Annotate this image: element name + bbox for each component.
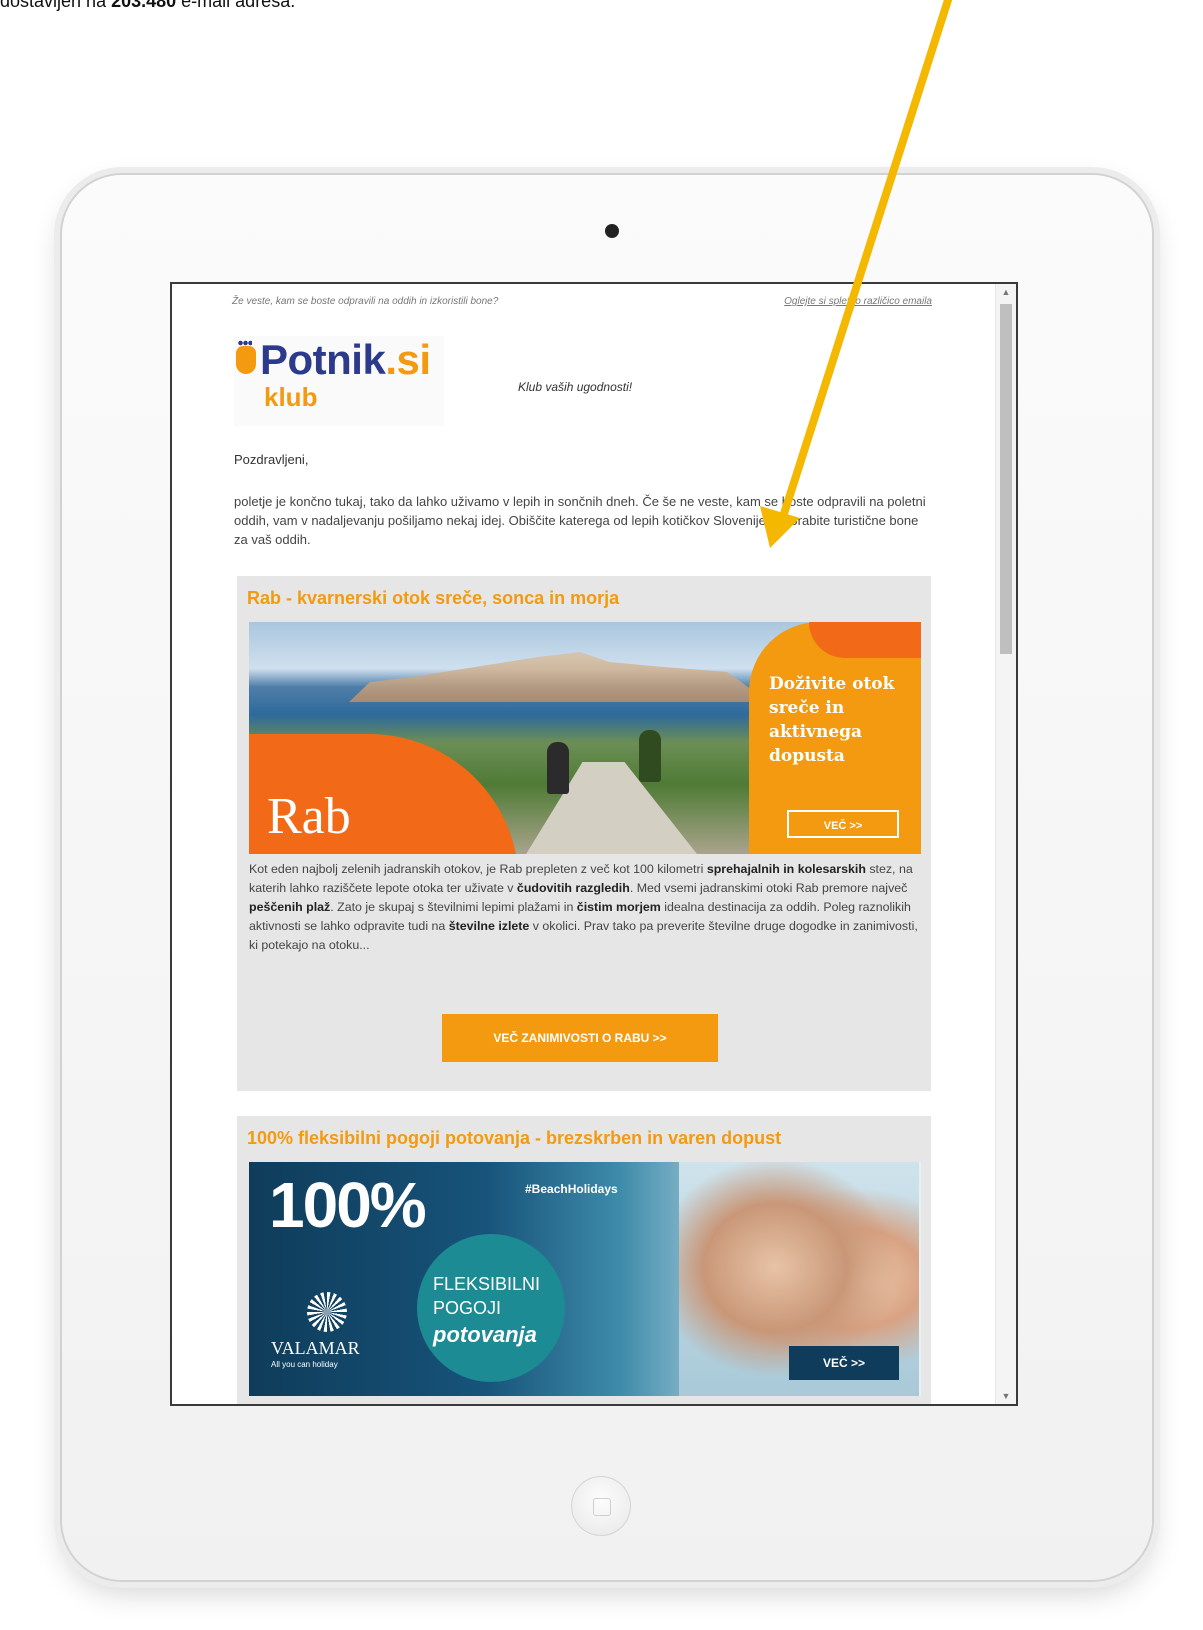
caption-suffix: e-mail adresa.: [176, 0, 296, 11]
banner-line: FLEKSIBILNI: [433, 1274, 541, 1294]
logo-tld: .si: [385, 336, 431, 383]
caption-count: 203.480: [111, 0, 177, 11]
section-title: Rab - kvarnerski otok sreče, sonca in mo…: [247, 588, 620, 608]
scroll-up-icon[interactable]: ▲: [996, 284, 1016, 300]
valamar-shell-icon: [307, 1292, 347, 1332]
scroll-thumb[interactable]: [1000, 304, 1012, 654]
preheader: Že veste, kam se boste odpravili na oddi…: [232, 296, 932, 307]
caption-prefix: dostavljen na: [0, 0, 112, 11]
banner-line: POGOJI: [433, 1298, 502, 1318]
banner-line: potovanja: [433, 1322, 537, 1347]
logo-klub: klub: [264, 382, 318, 412]
text-bold: čistim morjem: [576, 900, 661, 914]
foot-icon: [236, 340, 256, 374]
section-rab: Rab - kvarnerski otok sreče, sonca in mo…: [237, 576, 931, 1091]
text-bold: sprehajalnih in kolesarskih: [706, 862, 866, 876]
text-bold: čudovitih razgledih: [516, 881, 630, 895]
section-title: 100% fleksibilni pogoji potovanja - brez…: [247, 1128, 782, 1148]
scrollbar[interactable]: ▲ ▼: [995, 284, 1016, 1404]
cyclist-figure: [547, 742, 569, 794]
home-button[interactable]: [571, 1476, 631, 1536]
logo-brand-main: Potnik: [260, 336, 386, 383]
orange-corner: [809, 622, 921, 658]
email-screen: Že veste, kam se boste odpravili na oddi…: [170, 282, 1018, 1406]
text-part: . Med vsemi jadranskimi otoki Rab premor…: [629, 881, 908, 895]
banner-100-percent: 100%: [269, 1169, 427, 1241]
text-part: Kot eden najbolj zelenih jadranskih otok…: [249, 862, 707, 876]
text-bold: številne izlete: [448, 919, 530, 933]
cyclist-figure: [639, 730, 661, 782]
caption-text: dostavljen na 203.480 e-mail adresa.: [0, 0, 295, 14]
potnik-logo[interactable]: Potnik.si klub: [234, 336, 444, 426]
intro-paragraph: poletje je končno tukaj, tako da lahko u…: [234, 494, 926, 547]
rab-banner-image[interactable]: Rab Doživite otok sreče in aktivnega dop…: [249, 622, 921, 854]
banner-slogan: Doživite otok sreče in aktivnega dopusta: [769, 674, 895, 766]
valamar-brand-sub: All you can holiday: [271, 1360, 338, 1369]
camera-icon: [605, 224, 619, 238]
greeting: Pozdravljeni,: [234, 452, 309, 467]
text-bold: peščenih plaž: [249, 900, 331, 914]
preheader-text: Že veste, kam se boste odpravili na oddi…: [232, 296, 499, 307]
section-text: Kot eden najbolj zelenih jadranskih otok…: [249, 860, 925, 955]
valamar-banner-image[interactable]: 100% #BeachHolidays FLEKSIBILNI POGOJI p…: [249, 1162, 921, 1396]
banner-more-button[interactable]: VEČ >>: [789, 1346, 899, 1380]
town-skyline: [349, 652, 769, 702]
road: [509, 762, 719, 854]
logo-brand: Potnik.si: [260, 336, 431, 384]
banner-hashtag: #BeachHolidays: [525, 1182, 618, 1196]
text-part: . Zato je skupaj s številnimi lepimi pla…: [330, 900, 577, 914]
email-content: Že veste, kam se boste odpravili na oddi…: [172, 284, 996, 1404]
section-valamar: 100% fleksibilni pogoji potovanja - brez…: [237, 1116, 931, 1404]
valamar-brand: VALAMAR: [271, 1338, 360, 1358]
cta-button[interactable]: VEČ ZANIMIVOSTI O RABU >>: [442, 1014, 718, 1062]
banner-rab-name: Rab: [267, 788, 351, 845]
home-square-icon: [593, 1498, 611, 1516]
banner-more-button[interactable]: VEČ >>: [787, 810, 899, 838]
tagline: Klub vaših ugodnosti!: [518, 380, 633, 394]
scroll-down-icon[interactable]: ▼: [996, 1388, 1016, 1404]
web-version-link[interactable]: Oglejte si spletno različico emaila: [784, 296, 932, 307]
